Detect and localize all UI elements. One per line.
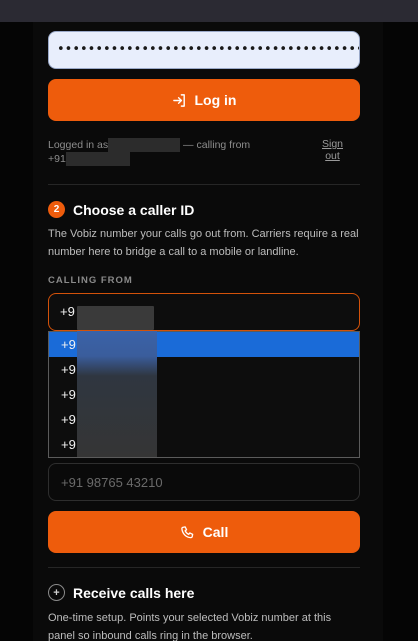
status-mid: — calling from (180, 139, 251, 151)
caller-id-description: The Vobiz number your calls go out from.… (48, 228, 359, 258)
status-prefix: Logged in as (48, 139, 109, 151)
sign-out-link[interactable]: Sign out (322, 138, 343, 162)
receive-calls-title: Receive calls here (73, 584, 195, 601)
redacted-number (65, 152, 130, 167)
caller-id-selected-value: +9 (60, 304, 75, 319)
redacted-option-numbers (77, 331, 157, 457)
caller-id-heading: 2 Choose a caller ID (48, 201, 194, 218)
receive-calls-description: One-time setup. Points your selected Vob… (48, 612, 332, 641)
redacted-selected-number (77, 306, 154, 330)
status-number-prefix: +91 (48, 153, 66, 166)
sign-out-line2: out (325, 150, 340, 162)
caller-id-title: Choose a caller ID (73, 201, 195, 218)
receive-calls-heading: + Receive calls here (48, 584, 194, 601)
call-button-label: Call (202, 524, 229, 540)
login-icon (172, 93, 185, 107)
call-button[interactable]: Call (48, 511, 360, 553)
window-top-bar (0, 0, 418, 22)
redacted-username (108, 138, 181, 153)
login-button[interactable]: Log in (48, 79, 360, 121)
password-field[interactable]: ••••••••••••••••••••••••••••••••••••••••… (48, 31, 360, 69)
phone-number-input[interactable] (48, 463, 360, 501)
plus-icon: + (48, 584, 65, 601)
section-divider (48, 184, 360, 185)
login-status: Logged in as — calling from +91 (48, 138, 308, 167)
login-button-label: Log in (194, 92, 237, 108)
sign-out-line1: Sign (322, 138, 344, 150)
step-badge: 2 (48, 201, 65, 218)
phone-icon (180, 525, 193, 538)
section-divider (48, 567, 360, 568)
calling-from-label: CALLING FROM (48, 275, 133, 286)
